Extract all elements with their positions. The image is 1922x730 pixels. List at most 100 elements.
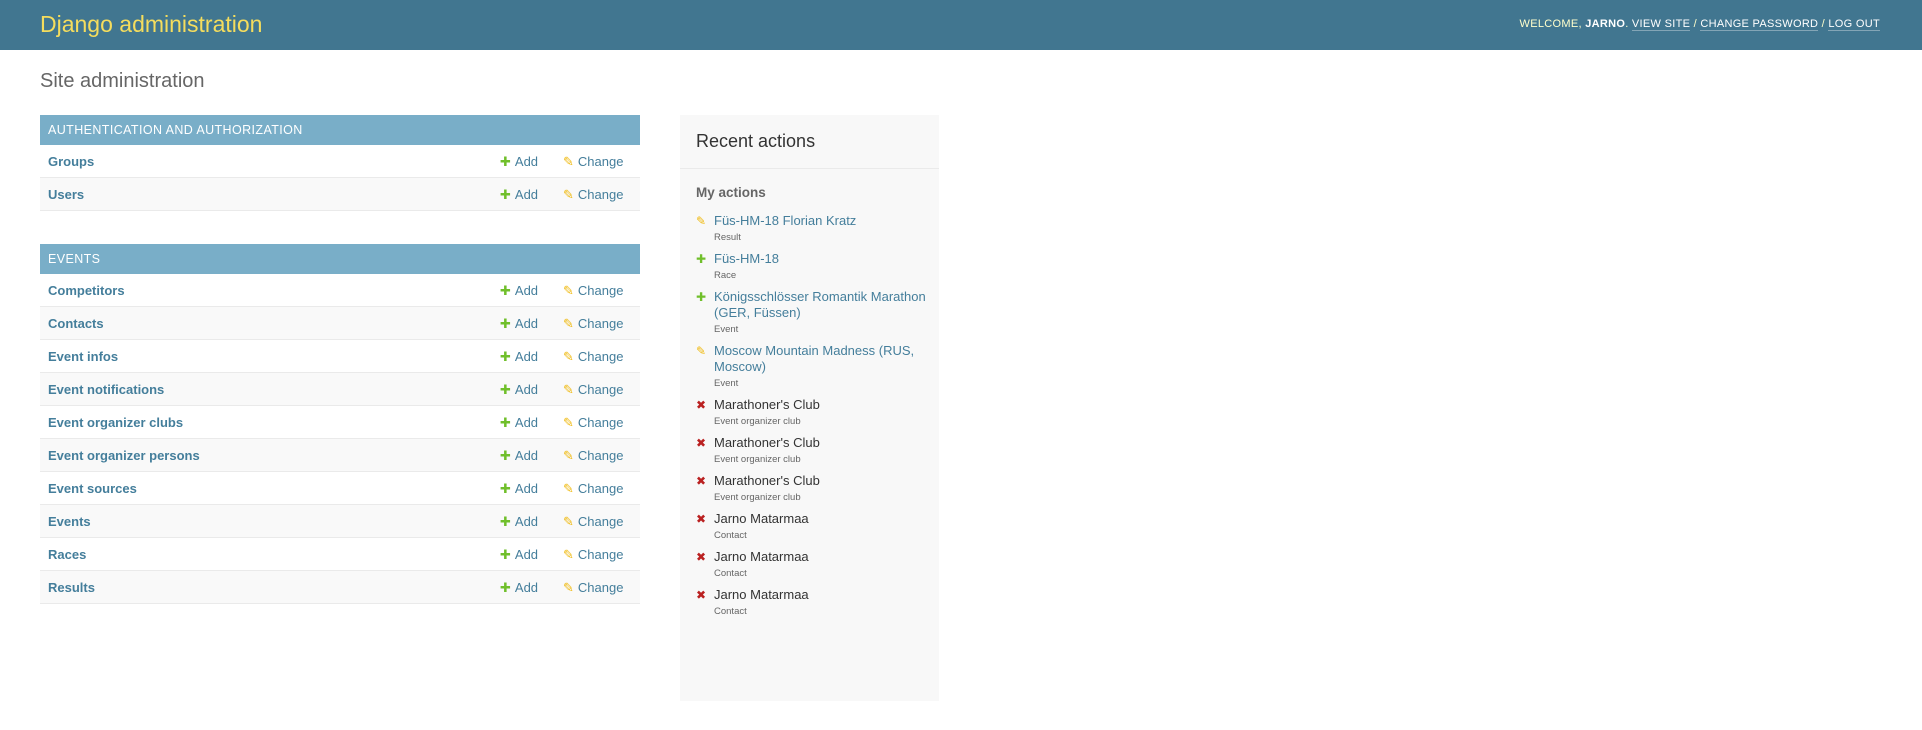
pencil-icon: ✎	[563, 580, 574, 595]
add-label: Add	[514, 382, 539, 397]
change-link[interactable]: ✎ Change	[563, 415, 623, 431]
model-link[interactable]: Contacts	[48, 316, 104, 331]
pencil-icon: ✎	[563, 316, 574, 331]
action-object-link[interactable]: Füs-HM-18 Florian Kratz	[714, 213, 939, 229]
add-link[interactable]: ✚ Add	[500, 415, 538, 431]
delete-icon: ✖	[696, 398, 707, 412]
pencil-icon: ✎	[563, 349, 574, 364]
model-link[interactable]: Event sources	[48, 481, 137, 496]
delete-icon: ✖	[696, 512, 707, 526]
plus-icon: ✚	[500, 187, 511, 202]
change-link[interactable]: ✎ Change	[563, 154, 623, 170]
model-link[interactable]: Users	[48, 187, 84, 202]
action-content-type: Contact	[714, 606, 747, 617]
action-object-link[interactable]: Königsschlösser Romantik Marathon (GER, …	[714, 289, 939, 321]
recent-action-item: ✚ Füs-HM-18 Race	[680, 251, 939, 281]
action-object-label: Marathoner's Club	[714, 397, 820, 412]
pencil-icon: ✎	[696, 214, 707, 228]
welcome-text: Welcome,	[1519, 18, 1586, 30]
header-bar: Django administration Welcome, Jarno. Vi…	[0, 0, 1922, 50]
pencil-icon: ✎	[563, 514, 574, 529]
add-label: Add	[514, 481, 539, 496]
model-link[interactable]: Event notifications	[48, 382, 164, 397]
action-object-link[interactable]: Füs-HM-18	[714, 251, 939, 267]
action-object-label: Marathoner's Club	[714, 435, 820, 450]
add-link[interactable]: ✚ Add	[500, 382, 538, 398]
recent-action-item: ✎ Moscow Mountain Madness (RUS, Moscow) Ev…	[680, 343, 939, 389]
model-row: Event organizer clubs ✚ Add ✎ Change	[40, 406, 640, 439]
change-link[interactable]: ✎ Change	[563, 580, 623, 596]
module-caption[interactable]: Events	[40, 244, 640, 274]
plus-icon: ✚	[500, 316, 511, 331]
change-link[interactable]: ✎ Change	[563, 481, 623, 497]
module-caption[interactable]: Authentication and Authorization	[40, 115, 640, 145]
add-label: Add	[514, 316, 539, 331]
model-link[interactable]: Events	[48, 514, 91, 529]
model-row: Groups ✚ Add ✎ Change	[40, 145, 640, 178]
change-link[interactable]: ✎ Change	[563, 349, 623, 365]
app-module: Authentication and Authorization Groups ✚ A…	[40, 115, 640, 211]
plus-icon: ✚	[696, 252, 707, 266]
delete-icon: ✖	[696, 474, 707, 488]
change-label: Change	[577, 187, 624, 202]
add-link[interactable]: ✚ Add	[500, 547, 538, 563]
change-label: Change	[577, 349, 624, 364]
model-link[interactable]: Races	[48, 547, 86, 562]
log-out-link[interactable]: Log out	[1828, 18, 1880, 31]
add-link[interactable]: ✚ Add	[500, 580, 538, 596]
add-link[interactable]: ✚ Add	[500, 349, 538, 365]
action-object-label: Marathoner's Club	[714, 473, 820, 488]
add-link[interactable]: ✚ Add	[500, 154, 538, 170]
recent-actions-title: Recent actions	[680, 115, 939, 169]
change-link[interactable]: ✎ Change	[563, 316, 623, 332]
model-link[interactable]: Event organizer persons	[48, 448, 200, 463]
username: Jarno	[1585, 18, 1626, 30]
add-label: Add	[514, 349, 539, 364]
site-branding[interactable]: Django administration	[40, 11, 262, 38]
action-content-type: Race	[714, 270, 737, 281]
add-link[interactable]: ✚ Add	[500, 187, 538, 203]
model-link[interactable]: Groups	[48, 154, 94, 169]
my-actions-title: My actions	[696, 185, 766, 200]
recent-action-item: ✖ Jarno Matarmaa Contact	[680, 511, 939, 541]
change-link[interactable]: ✎ Change	[563, 187, 623, 203]
change-link[interactable]: ✎ Change	[563, 547, 623, 563]
add-link[interactable]: ✚ Add	[500, 481, 538, 497]
pencil-icon: ✎	[563, 547, 574, 562]
model-link[interactable]: Competitors	[48, 283, 125, 298]
action-content-type: Contact	[714, 530, 747, 541]
action-content-type: Event	[714, 324, 739, 335]
plus-icon: ✚	[500, 154, 511, 169]
change-password-link[interactable]: Change password	[1700, 18, 1819, 31]
add-link[interactable]: ✚ Add	[500, 316, 538, 332]
action-object-label: Jarno Matarmaa	[714, 511, 809, 526]
change-link[interactable]: ✎ Change	[563, 448, 623, 464]
add-label: Add	[514, 283, 539, 298]
model-link[interactable]: Results	[48, 580, 95, 595]
model-link[interactable]: Event infos	[48, 349, 118, 364]
action-object-link[interactable]: Moscow Mountain Madness (RUS, Moscow)	[714, 343, 939, 375]
add-link[interactable]: ✚ Add	[500, 448, 538, 464]
change-label: Change	[577, 382, 624, 397]
plus-icon: ✚	[500, 514, 511, 529]
add-link[interactable]: ✚ Add	[500, 283, 538, 299]
change-label: Change	[577, 580, 624, 595]
change-link[interactable]: ✎ Change	[563, 382, 623, 398]
change-label: Change	[577, 514, 624, 529]
change-link[interactable]: ✎ Change	[563, 514, 623, 530]
action-content-type: Event	[714, 378, 739, 389]
model-row: Competitors ✚ Add ✎ Change	[40, 274, 640, 307]
add-link[interactable]: ✚ Add	[500, 514, 538, 530]
recent-action-item: ✚ Königsschlösser Romantik Marathon (GER,…	[680, 289, 939, 335]
plus-icon: ✚	[500, 448, 511, 463]
recent-action-item: ✖ Marathoner's Club Event organizer club	[680, 473, 939, 503]
model-row: Races ✚ Add ✎ Change	[40, 538, 640, 571]
add-label: Add	[514, 448, 539, 463]
model-link[interactable]: Event organizer clubs	[48, 415, 183, 430]
view-site-link[interactable]: View site	[1631, 18, 1691, 31]
change-link[interactable]: ✎ Change	[563, 283, 623, 299]
model-row: Event infos ✚ Add ✎ Change	[40, 340, 640, 373]
add-label: Add	[514, 187, 539, 202]
action-content-type: Event organizer club	[714, 416, 801, 427]
action-content-type: Event organizer club	[714, 492, 801, 503]
